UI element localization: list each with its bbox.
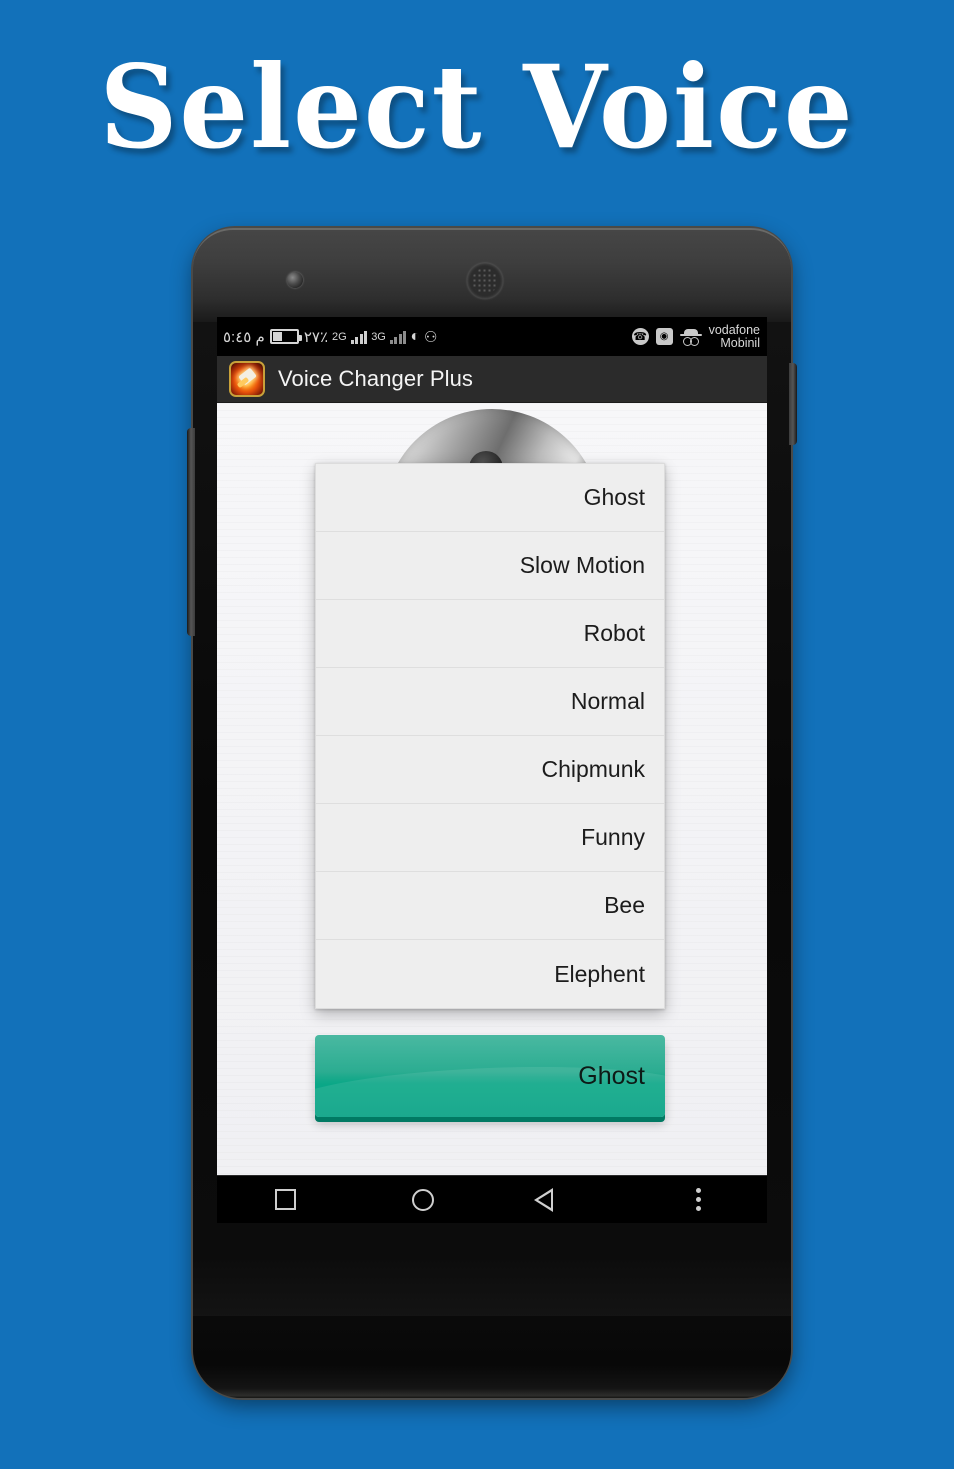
recent-apps-button[interactable]: [256, 1176, 316, 1224]
recent-apps-icon: [275, 1189, 297, 1210]
carrier-label: vodafone Mobinil: [708, 322, 760, 350]
phone-top-bezel: [193, 228, 791, 322]
back-button[interactable]: [531, 1176, 591, 1224]
power-button[interactable]: [789, 363, 797, 445]
battery-icon: [269, 329, 302, 344]
dropdown-item-ghost[interactable]: Ghost: [316, 464, 664, 532]
voice-changer-app-icon: [229, 361, 265, 397]
overflow-menu-button[interactable]: [668, 1176, 728, 1224]
vibrate-icon: ⚇: [424, 328, 438, 346]
app-action-bar: Voice Changer Plus: [217, 356, 767, 403]
phone-device-frame: م ٥:٤٥ ٢٧٪ 2G 3G ◐ ⚇ ☎ ◉ vodafone Mobini…: [187, 228, 797, 1398]
status-bar-right: ☎ ◉ vodafone Mobinil: [631, 322, 760, 350]
home-icon: [412, 1188, 435, 1211]
voice-effect-dropdown[interactable]: Ghost Slow Motion Robot Normal Chipmunk …: [315, 463, 665, 1009]
android-navigation-bar: [217, 1175, 767, 1223]
incognito-icon: [679, 328, 702, 346]
voice-select-spinner-button[interactable]: Ghost: [315, 1035, 665, 1117]
wifi-icon: ◐: [410, 327, 421, 345]
front-camera-icon: [287, 272, 303, 288]
overflow-menu-icon: [695, 1188, 701, 1211]
dropdown-item-bee[interactable]: Bee: [316, 872, 664, 940]
signal-bars-sim2: [389, 329, 407, 344]
back-icon: [534, 1187, 570, 1212]
dropdown-item-elephent[interactable]: Elephent: [316, 940, 664, 1008]
camera-icon: ◉: [655, 328, 673, 345]
earpiece-speaker-icon: [467, 263, 503, 299]
dropdown-item-funny[interactable]: Funny: [316, 804, 664, 872]
signal-bars-sim1: [350, 329, 368, 344]
dropdown-item-robot[interactable]: Robot: [316, 600, 664, 668]
volume-rocker-button[interactable]: [187, 428, 195, 636]
status-time: م ٥:٤٥: [223, 328, 265, 346]
battery-percent: ٢٧٪: [303, 328, 328, 346]
home-button[interactable]: [393, 1176, 453, 1224]
voice-select-label: Ghost: [578, 1061, 645, 1090]
dropdown-item-slow-motion[interactable]: Slow Motion: [316, 532, 664, 600]
network-2g-label: 2G: [332, 330, 347, 343]
dropdown-item-normal[interactable]: Normal: [316, 668, 664, 736]
phone-call-icon: ☎: [631, 328, 649, 345]
carrier-line-1: vodafone: [708, 322, 760, 337]
status-bar-left: م ٥:٤٥ ٢٧٪ 2G 3G ◐ ⚇: [223, 328, 632, 346]
carrier-line-2: Mobinil: [720, 335, 760, 350]
network-3g-label: 3G: [371, 330, 386, 343]
app-title: Voice Changer Plus: [278, 366, 474, 391]
status-bar: م ٥:٤٥ ٢٧٪ 2G 3G ◐ ⚇ ☎ ◉ vodafone Mobini…: [217, 317, 767, 356]
phone-bottom-bezel: [193, 1316, 791, 1398]
page-title: Select Voice: [99, 41, 855, 175]
app-content-area: Ghost Slow Motion Robot Normal Chipmunk …: [217, 403, 767, 1175]
phone-screen: م ٥:٤٥ ٢٧٪ 2G 3G ◐ ⚇ ☎ ◉ vodafone Mobini…: [217, 317, 767, 1223]
dropdown-item-chipmunk[interactable]: Chipmunk: [316, 736, 664, 804]
